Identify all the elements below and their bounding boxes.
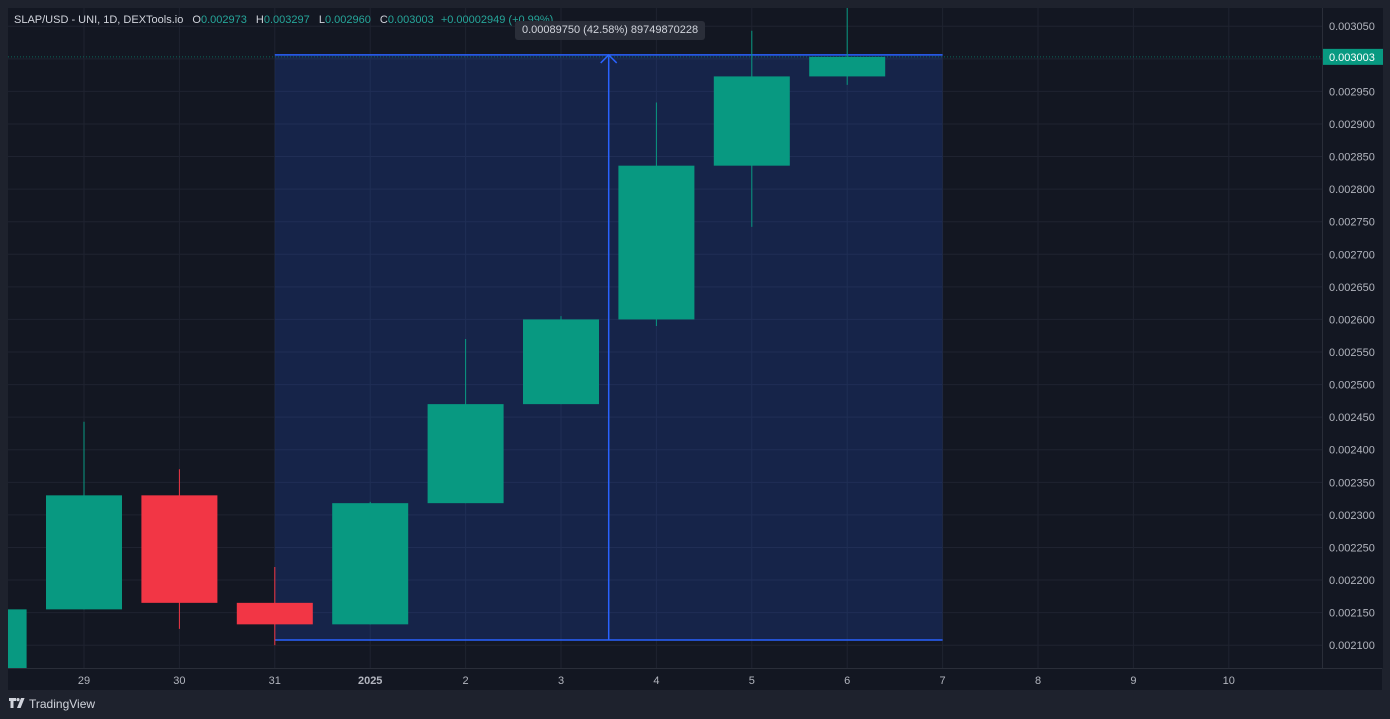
time-tick-label: 6: [844, 675, 850, 687]
candle-body: [523, 319, 599, 405]
price-tick-label: 0.002700: [1329, 249, 1375, 261]
candle[interactable]: [523, 316, 599, 405]
symbol-title[interactable]: SLAP/USD - UNI, 1D, DEXTools.io: [14, 14, 183, 26]
high-label: H: [255, 14, 264, 26]
candle-body: [8, 609, 27, 668]
time-tick-label: 9: [1130, 675, 1136, 687]
time-axis[interactable]: 29 30 31 2025 2 3 4 5 6 7 8 9 10: [8, 668, 1382, 691]
open-value: 0.002973: [200, 14, 247, 26]
price-tick-label: 0.002350: [1329, 477, 1375, 489]
price-tick-label: 0.003050: [1329, 21, 1375, 33]
candle-body: [141, 495, 218, 603]
chart-pane[interactable]: [8, 8, 1322, 668]
candle-body: [332, 503, 409, 625]
candle-body: [618, 165, 695, 320]
time-tick-label: 2: [463, 675, 469, 687]
time-tick-label: 4: [653, 675, 659, 687]
time-tick-label: 8: [1035, 675, 1041, 687]
price-tick-label: 0.002750: [1329, 217, 1375, 229]
current-price-label: 0.003003: [1329, 52, 1375, 64]
candle-body: [236, 602, 313, 625]
price-plot[interactable]: [8, 8, 1322, 668]
price-tick-label: 0.002600: [1329, 314, 1375, 326]
price-tick-label: 0.002650: [1329, 282, 1375, 294]
time-tick-label: 10: [1223, 675, 1235, 687]
price-tick-label: 0.002900: [1329, 119, 1375, 131]
price-tick-label: 0.002850: [1329, 152, 1375, 164]
open-label: O: [192, 14, 201, 26]
price-tick-label: 0.002550: [1329, 347, 1375, 359]
price-axis[interactable]: 0.002100 0.002150 0.002200 0.002250 0.002300…: [1322, 8, 1383, 668]
price-tick-label: 0.002100: [1329, 640, 1375, 652]
price-tick-label: 0.002300: [1329, 510, 1375, 522]
candle-body: [46, 495, 122, 610]
candle[interactable]: [809, 8, 886, 85]
price-tick-label: 0.002950: [1329, 86, 1375, 98]
time-tick-label: 7: [940, 675, 946, 687]
time-axis-labels: 29 30 31 2025 2 3 4 5 6 7 8 9 10: [78, 675, 1235, 687]
candle[interactable]: [8, 609, 27, 668]
close-value: 0.003003: [387, 14, 434, 26]
time-tick-label: 3: [558, 675, 564, 687]
candle-body: [713, 76, 790, 166]
symbol-legend: SLAP/USD - UNI, 1D, DEXTools.io O0.00297…: [14, 14, 553, 26]
time-tick-label: 31: [269, 675, 281, 687]
price-tick-label: 0.002800: [1329, 184, 1375, 196]
price-axis-labels: 0.002100 0.002150 0.002200 0.002250 0.002300…: [1323, 21, 1383, 652]
price-tick-label: 0.002150: [1329, 608, 1375, 620]
price-tick-label: 0.002450: [1329, 412, 1375, 424]
price-tick-label: 0.002250: [1329, 542, 1375, 554]
time-tick-label: 30: [173, 675, 185, 687]
candle-body: [427, 404, 504, 504]
time-tick-label: 29: [78, 675, 90, 687]
low-value: 0.002960: [324, 14, 371, 26]
candle[interactable]: [141, 469, 218, 629]
time-tick-label: 2025: [358, 675, 382, 687]
price-tick-label: 0.002500: [1329, 380, 1375, 392]
candle-body: [809, 56, 886, 77]
high-value: 0.003297: [263, 14, 310, 26]
footer-bar: [0, 690, 1390, 719]
price-tick-label: 0.002400: [1329, 445, 1375, 457]
time-tick-label: 5: [749, 675, 755, 687]
tradingview-logo-icon: [9, 697, 25, 711]
price-tick-label: 0.002200: [1329, 575, 1375, 587]
candle[interactable]: [332, 501, 409, 625]
measure-label: 0.00089750 (42.58%) 89749870228: [515, 21, 706, 40]
tradingview-name: TradingView: [29, 697, 96, 711]
tradingview-brand[interactable]: TradingView: [9, 697, 95, 711]
close-label: C: [379, 14, 388, 26]
